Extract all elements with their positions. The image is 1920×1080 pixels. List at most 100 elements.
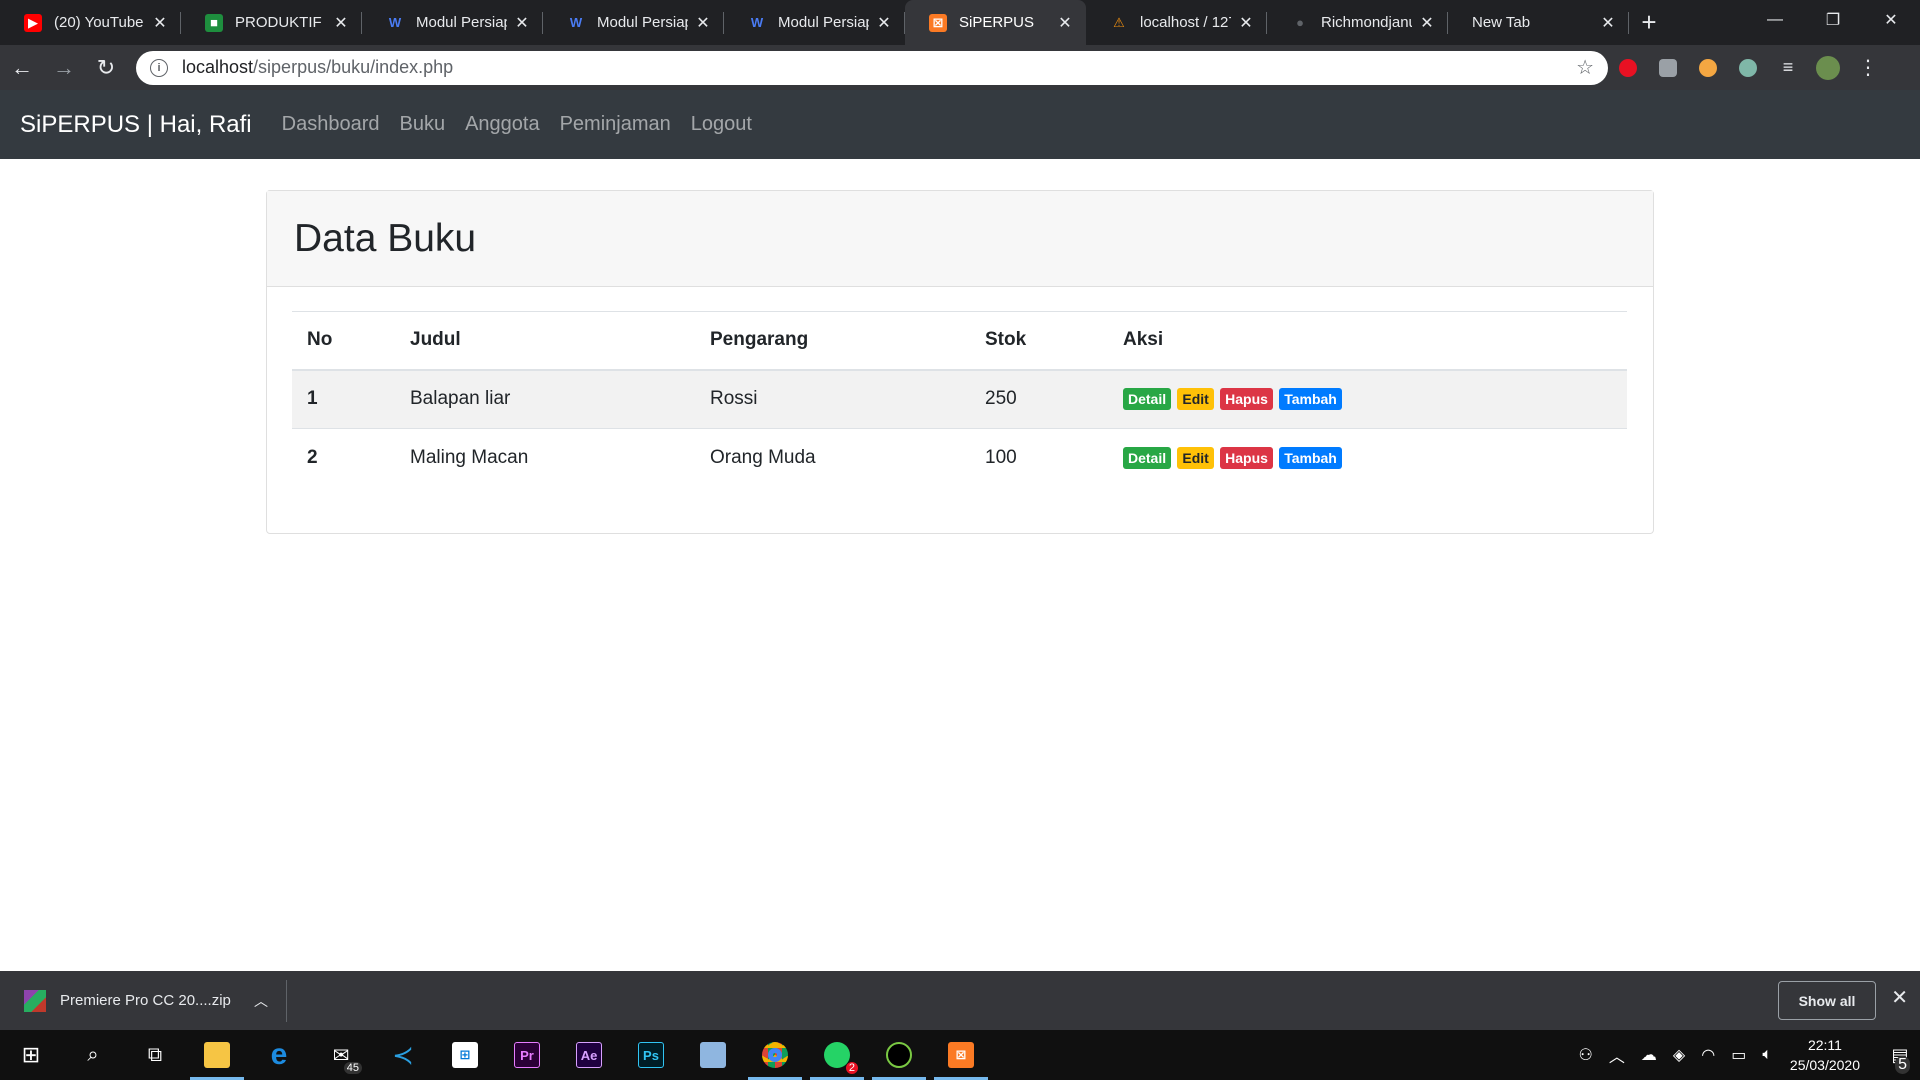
clock[interactable]: 22:11 25/03/2020	[1790, 1035, 1860, 1075]
window-controls: — ❐ ✕	[1746, 0, 1920, 40]
tab-close-icon[interactable]: ✕	[1599, 13, 1617, 33]
close-shelf-icon[interactable]: ✕	[1891, 985, 1908, 1010]
nav-link-peminjaman[interactable]: Peminjaman	[560, 113, 671, 136]
after-effects-icon[interactable]: Ae	[558, 1030, 620, 1080]
bookmark-star-icon[interactable]: ☆	[1576, 55, 1594, 80]
tab-title: Richmondjanus	[1321, 14, 1412, 31]
store-bag-icon: ⊞	[452, 1042, 478, 1068]
address-bar[interactable]: i localhost/siperpus/buku/index.php ☆	[136, 50, 1608, 85]
navbar-brand[interactable]: SiPERPUS | Hai, Rafi	[20, 111, 252, 139]
tab-close-icon[interactable]: ✕	[1418, 13, 1436, 33]
browser-tab[interactable]: ⊠ SiPERPUS ✕	[905, 0, 1086, 45]
browser-menu-icon[interactable]: ⋮	[1848, 48, 1888, 88]
browser-tab[interactable]: ⚠ localhost / 127. ✕	[1086, 0, 1267, 45]
tab-close-icon[interactable]: ✕	[1237, 13, 1255, 33]
clock-date: 25/03/2020	[1789, 1057, 1860, 1073]
site-info-icon[interactable]: i	[150, 58, 168, 77]
detail-button[interactable]: Detail	[1123, 447, 1172, 470]
browser-tab[interactable]: ■ PRODUKTIF X R ✕	[181, 0, 362, 45]
mail-icon[interactable]: ✉ 45	[310, 1030, 372, 1080]
cube-icon	[700, 1042, 726, 1068]
extension-adblock-icon[interactable]	[1608, 48, 1648, 88]
onedrive-icon[interactable]: ☁	[1641, 1045, 1657, 1065]
file-explorer-icon[interactable]	[186, 1030, 248, 1080]
cell-judul: Balapan liar	[395, 369, 695, 429]
xampp-icon: ⊠	[929, 13, 947, 32]
extension-cat-icon[interactable]	[1728, 48, 1768, 88]
wifi-icon[interactable]: ◠	[1701, 1045, 1715, 1065]
nav-link-buku[interactable]: Buku	[399, 113, 445, 136]
reload-button[interactable]: ↻	[86, 48, 126, 88]
task-view-icon[interactable]: ⧉	[124, 1030, 186, 1080]
word-icon: W	[750, 15, 764, 30]
people-icon[interactable]: ⚇	[1579, 1045, 1593, 1065]
nav-link-dashboard[interactable]: Dashboard	[282, 113, 380, 136]
extension-mushroom-icon[interactable]	[1688, 48, 1728, 88]
dropbox-icon[interactable]: ◈	[1673, 1045, 1685, 1065]
virtualbox-icon[interactable]	[682, 1030, 744, 1080]
window-close-icon[interactable]: ✕	[1862, 0, 1920, 40]
tab-title: localhost / 127.	[1140, 14, 1231, 31]
hapus-button[interactable]: Hapus	[1220, 388, 1273, 411]
tab-close-icon[interactable]: ✕	[332, 13, 350, 33]
premiere-pro-icon[interactable]: Pr	[496, 1030, 558, 1080]
download-item[interactable]: Premiere Pro CC 20....zip ︿	[0, 979, 287, 1022]
minimize-icon[interactable]: —	[1746, 0, 1804, 40]
chevron-up-icon[interactable]: ︿	[254, 991, 268, 1011]
browser-tab[interactable]: ▶ (20) YouTube ✕	[0, 0, 181, 45]
browser-tab[interactable]: W Modul Persiapa ✕	[362, 0, 543, 45]
column-header-no: No	[292, 311, 395, 371]
browser-tab[interactable]: New Tab ✕	[1448, 0, 1629, 45]
tab-list: ▶ (20) YouTube ✕ ■ PRODUKTIF X R ✕ W Modul Pers…	[0, 0, 1629, 45]
tab-title: Modul Persiapa	[416, 14, 507, 31]
profile-avatar[interactable]	[1808, 48, 1848, 88]
photoshop-icon[interactable]: Ps	[620, 1030, 682, 1080]
restore-icon[interactable]: ❐	[1804, 0, 1862, 40]
browser-tab[interactable]: W Modul Persiapa ✕	[724, 0, 905, 45]
whatsapp-badge: 2	[845, 1062, 858, 1074]
detail-button[interactable]: Detail	[1123, 388, 1172, 411]
tab-close-icon[interactable]: ✕	[694, 13, 712, 33]
notification-center-icon[interactable]: ▤ 5	[1880, 1030, 1920, 1080]
data-buku-card: Data Buku No Judul Pengarang Stok Aksi 1…	[266, 190, 1654, 534]
edit-button[interactable]: Edit	[1177, 447, 1214, 470]
app-green-icon[interactable]	[868, 1030, 930, 1080]
forward-button[interactable]: →	[44, 48, 84, 88]
vscode-icon[interactable]: ≺	[372, 1030, 434, 1080]
tab-title: SiPERPUS	[959, 14, 1035, 31]
tab-close-icon[interactable]: ✕	[1056, 13, 1074, 33]
hapus-button[interactable]: Hapus	[1220, 447, 1273, 470]
search-icon[interactable]: ⌕	[62, 1030, 124, 1080]
start-button[interactable]: ⊞	[0, 1030, 62, 1080]
browser-tab[interactable]: ● Richmondjanus ✕	[1267, 0, 1448, 45]
battery-icon[interactable]: ▭	[1731, 1045, 1746, 1065]
chevron-up-tray-icon[interactable]: ︿	[1609, 1043, 1625, 1067]
nav-link-logout[interactable]: Logout	[691, 113, 752, 136]
tambah-button[interactable]: Tambah	[1279, 447, 1342, 470]
media-control-icon[interactable]: ≡	[1768, 48, 1808, 88]
nav-link-anggota[interactable]: Anggota	[465, 113, 540, 136]
new-tab-button[interactable]: +	[1629, 0, 1669, 45]
edge-icon[interactable]: e	[248, 1030, 310, 1080]
volume-icon[interactable]: 🔈︎	[1762, 1046, 1772, 1064]
whatsapp-icon[interactable]: 2	[806, 1030, 868, 1080]
show-all-button[interactable]: Show all	[1778, 981, 1876, 1020]
extension-link-icon[interactable]	[1648, 48, 1688, 88]
tab-close-icon[interactable]: ✕	[875, 13, 893, 33]
site-navbar: SiPERPUS | Hai, Rafi Dashboard Buku Angg…	[0, 90, 1920, 159]
url-text[interactable]: localhost/siperpus/buku/index.php	[182, 57, 1576, 78]
edit-button[interactable]: Edit	[1177, 388, 1214, 411]
download-shelf: Premiere Pro CC 20....zip ︿ Show all ✕	[0, 971, 1920, 1030]
tab-close-icon[interactable]: ✕	[151, 13, 169, 33]
back-button[interactable]: ←	[2, 48, 42, 88]
chrome-icon[interactable]	[744, 1030, 806, 1080]
tambah-button[interactable]: Tambah	[1279, 388, 1342, 411]
browser-tab[interactable]: W Modul Persiapa ✕	[543, 0, 724, 45]
store-icon[interactable]: ⊞	[434, 1030, 496, 1080]
table-row: 2 Maling Macan Orang Muda 100 Detail Edi…	[292, 428, 1627, 488]
notification-badge: 5	[1895, 1056, 1910, 1074]
tab-close-icon[interactable]: ✕	[513, 13, 531, 33]
classroom-icon: ■	[205, 13, 223, 32]
xampp-icon[interactable]: ⊠	[930, 1030, 992, 1080]
cell-aksi: Detail Edit Hapus Tambah	[1108, 369, 1627, 429]
